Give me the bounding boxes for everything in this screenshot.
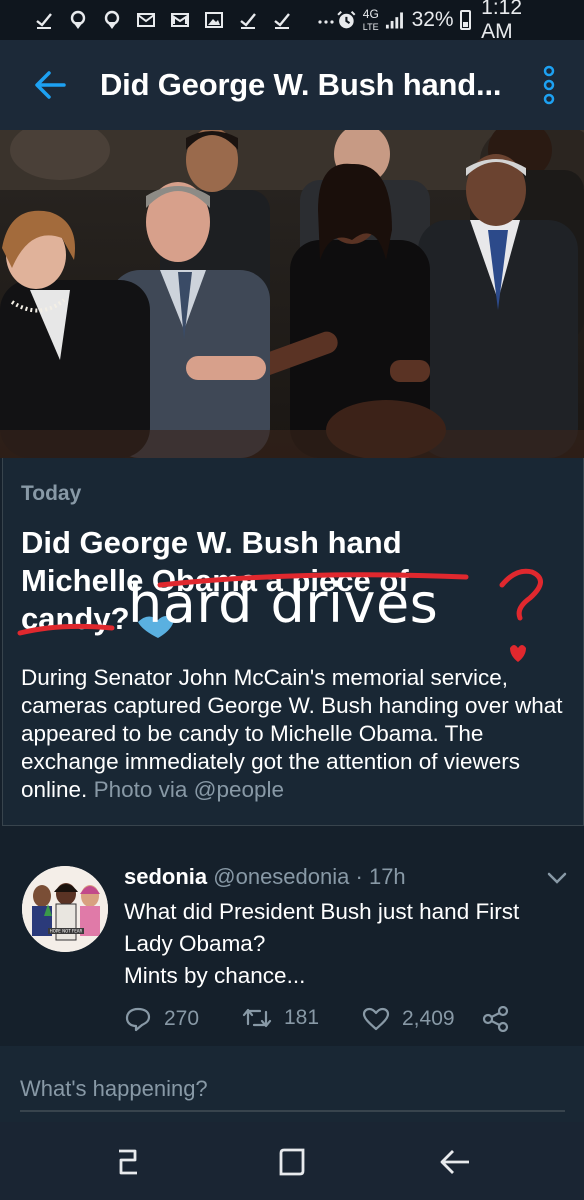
card-date-label: Today <box>21 482 82 505</box>
page-title: Did George W. Bush hand... <box>100 67 502 102</box>
card-description: During Senator John McCain's memorial se… <box>21 664 571 804</box>
home-square-icon <box>279 1148 305 1176</box>
avatar-illustration: HOPE NOT FEAR <box>22 866 108 952</box>
battery-icon <box>459 10 472 30</box>
status-bar: 4G LTE 32% 1:12 AM <box>0 0 584 43</box>
back-button[interactable] <box>0 40 100 130</box>
reply-button[interactable]: 270 <box>124 1006 199 1032</box>
battery-percent: 32% <box>411 8 454 31</box>
like-count: 2,409 <box>402 1007 455 1030</box>
share-button[interactable] <box>482 1006 510 1032</box>
network-type: 4G LTE <box>362 6 379 32</box>
reply-count: 270 <box>164 1007 200 1030</box>
tweet-header: sedonia @onesedonia · 17h <box>124 864 406 890</box>
photo-illustration <box>0 130 584 458</box>
app-bar: Did George W. Bush hand... <box>0 40 584 130</box>
photo-credit: Photo via @people <box>93 777 285 802</box>
tweet-text: What did President Bush just hand First … <box>124 896 564 992</box>
home-button[interactable] <box>272 1142 312 1182</box>
alarm-icon <box>337 10 356 29</box>
retweet-icon <box>242 1008 272 1028</box>
system-nav-bar <box>0 1122 584 1200</box>
more-options-button[interactable] <box>514 40 584 130</box>
system-back-button[interactable] <box>434 1142 474 1182</box>
display-name[interactable]: sedonia <box>124 864 207 889</box>
share-icon <box>482 1006 509 1032</box>
gmail-icon <box>171 13 189 27</box>
tweet-time: 17h <box>368 864 406 889</box>
back-arrow-icon <box>440 1150 469 1174</box>
recent-apps-icon <box>119 1149 137 1175</box>
notification-icons <box>34 10 336 30</box>
location-icon <box>104 10 120 29</box>
tweet-text-line: What did President Bush just hand First <box>124 899 520 924</box>
location-icon <box>70 10 86 29</box>
compose-bar <box>0 1046 584 1122</box>
check-icon <box>240 13 256 29</box>
meta-separator: · <box>355 864 363 889</box>
more-vertical-icon <box>543 65 555 105</box>
retweet-count: 181 <box>284 1006 320 1029</box>
screen: 4G LTE 32% 1:12 AM Did George W. Bush han… <box>0 0 584 1200</box>
chevron-down-icon[interactable] <box>545 870 569 886</box>
headline-line: Did George W. Bush hand <box>21 525 402 560</box>
tweet-text-line: Lady Obama? <box>124 931 266 956</box>
avatar[interactable]: HOPE NOT FEAR <box>22 866 108 952</box>
like-button[interactable]: 2,409 <box>362 1006 455 1032</box>
check-icon <box>36 13 52 29</box>
retweet-button[interactable]: 181 <box>242 1006 319 1030</box>
arrow-left-icon <box>35 71 66 99</box>
tweet-actions: 270 181 2,409 <box>124 1006 564 1036</box>
overflow-dots-icon <box>318 20 334 24</box>
heart-icon <box>362 1007 390 1031</box>
check-icon <box>274 13 290 29</box>
clock: 1:12 AM <box>481 0 523 43</box>
moment-card[interactable]: Today Did George W. Bush hand Michelle O… <box>2 458 584 826</box>
tweet[interactable]: HOPE NOT FEAR sedonia @onesedonia · 17h … <box>0 846 584 1046</box>
comment-icon <box>125 1007 151 1032</box>
signal-icon <box>385 12 403 29</box>
avatar-caption: HOPE NOT FEAR <box>50 929 83 934</box>
status-right: 4G LTE 32% 1:12 AM <box>336 0 554 44</box>
headline-text-struck: candy? <box>21 601 130 636</box>
image-icon <box>205 12 223 28</box>
tweet-text-line: Mints by chance... <box>124 963 306 988</box>
mail-icon <box>137 13 155 27</box>
user-handle[interactable]: @onesedonia <box>213 864 349 889</box>
recent-apps-button[interactable] <box>108 1142 148 1182</box>
compose-input[interactable] <box>20 1068 565 1112</box>
moment-photo[interactable] <box>0 130 584 458</box>
handwritten-annotation: hard drives <box>128 572 439 635</box>
